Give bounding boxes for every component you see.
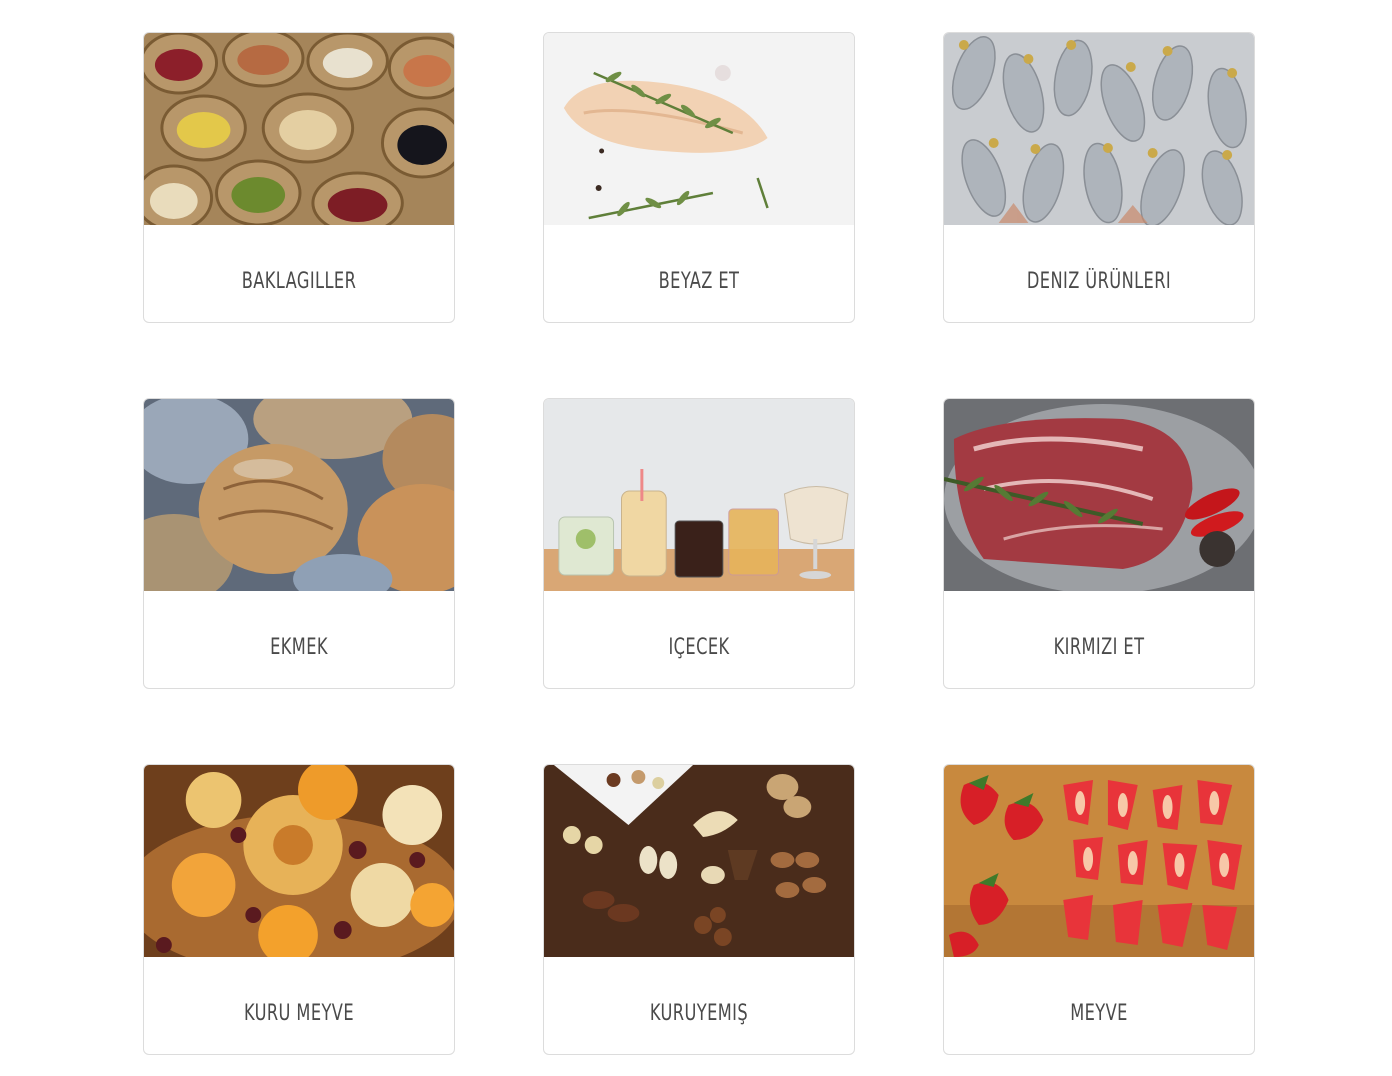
category-label: KURU MEYVE bbox=[244, 1000, 354, 1026]
category-card-beyaz-et[interactable]: BEYAZ ET bbox=[543, 32, 855, 323]
category-card-kuruyemis[interactable]: KURUYEMIŞ bbox=[543, 764, 855, 1055]
chicken-photo[interactable] bbox=[544, 33, 854, 225]
category-label: KIRMIZI ET bbox=[1053, 634, 1145, 660]
category-label: MEYVE bbox=[1070, 1000, 1128, 1026]
fruit-photo[interactable] bbox=[944, 765, 1254, 957]
category-card-baklagiller[interactable]: BAKLAGILLER bbox=[143, 32, 455, 323]
category-label: EKMEK bbox=[270, 634, 328, 660]
category-card-kuru-meyve[interactable]: KURU MEYVE bbox=[143, 764, 455, 1055]
category-label: BEYAZ ET bbox=[658, 268, 740, 294]
fish-photo[interactable] bbox=[944, 33, 1254, 225]
category-card-meyve[interactable]: MEYVE bbox=[943, 764, 1255, 1055]
nuts-photo[interactable] bbox=[544, 765, 854, 957]
category-card-icecek[interactable]: IÇECEK bbox=[543, 398, 855, 689]
category-label: BAKLAGILLER bbox=[241, 268, 357, 294]
category-label: KURUYEMIŞ bbox=[649, 1000, 749, 1026]
drinks-photo[interactable] bbox=[544, 399, 854, 591]
category-card-deniz-urunleri[interactable]: DENIZ ÜRÜNLERI bbox=[943, 32, 1255, 323]
category-grid: BAKLAGILLER BEYAZ ET DENIZ ÜRÜNLERI EKME… bbox=[143, 32, 1255, 1055]
dried-fruit-photo[interactable] bbox=[144, 765, 454, 957]
legumes-photo[interactable] bbox=[144, 33, 454, 225]
category-label: IÇECEK bbox=[668, 634, 730, 660]
bread-photo[interactable] bbox=[144, 399, 454, 591]
red-meat-photo[interactable] bbox=[944, 399, 1254, 591]
category-label: DENIZ ÜRÜNLERI bbox=[1026, 268, 1172, 294]
category-card-kirmizi-et[interactable]: KIRMIZI ET bbox=[943, 398, 1255, 689]
category-card-ekmek[interactable]: EKMEK bbox=[143, 398, 455, 689]
